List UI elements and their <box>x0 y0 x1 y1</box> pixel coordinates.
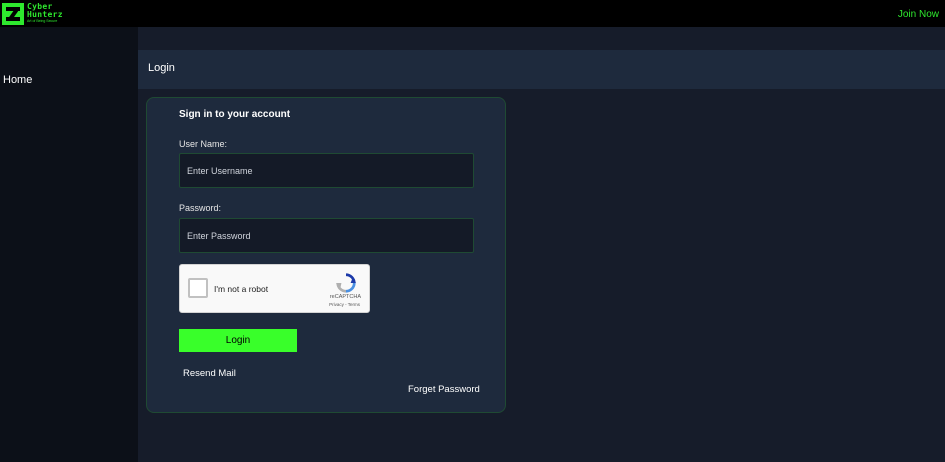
page-header: Login <box>138 50 945 89</box>
brand-logo[interactable]: Cyber Hunterz Art of Being Secure <box>2 1 72 26</box>
sidebar-item-home[interactable]: Home <box>3 74 32 86</box>
recaptcha-brand: reCAPTCHA <box>329 294 361 300</box>
login-heading: Sign in to your account <box>179 109 291 120</box>
recaptcha-checkbox[interactable] <box>188 278 208 298</box>
logo-mark-icon <box>2 2 24 25</box>
recaptcha-icon <box>335 273 357 293</box>
join-now-link[interactable]: Join Now <box>898 9 939 20</box>
recaptcha-label: I'm not a robot <box>214 284 269 294</box>
logo-text: Cyber Hunterz Art of Being Secure <box>27 3 63 24</box>
sidebar: Home <box>0 27 138 462</box>
logo-tagline: Art of Being Secure <box>27 19 58 24</box>
top-bar: Cyber Hunterz Art of Being Secure Join N… <box>0 0 945 27</box>
forget-password-link[interactable]: Forget Password <box>408 384 480 395</box>
login-button[interactable]: Login <box>179 329 297 352</box>
username-label: User Name: <box>179 139 228 149</box>
resend-mail-link[interactable]: Resend Mail <box>183 368 236 379</box>
password-input[interactable] <box>179 218 474 253</box>
password-label: Password: <box>179 203 222 213</box>
login-card: Sign in to your account User Name: Passw… <box>146 97 506 413</box>
username-input[interactable] <box>179 153 474 188</box>
logo-line-2: Hunterz <box>27 10 63 20</box>
recaptcha-widget: I'm not a robot reCAPTCHA Privacy - Term… <box>179 264 370 313</box>
page-title: Login <box>148 62 175 74</box>
recaptcha-links[interactable]: Privacy - Terms <box>329 302 360 307</box>
